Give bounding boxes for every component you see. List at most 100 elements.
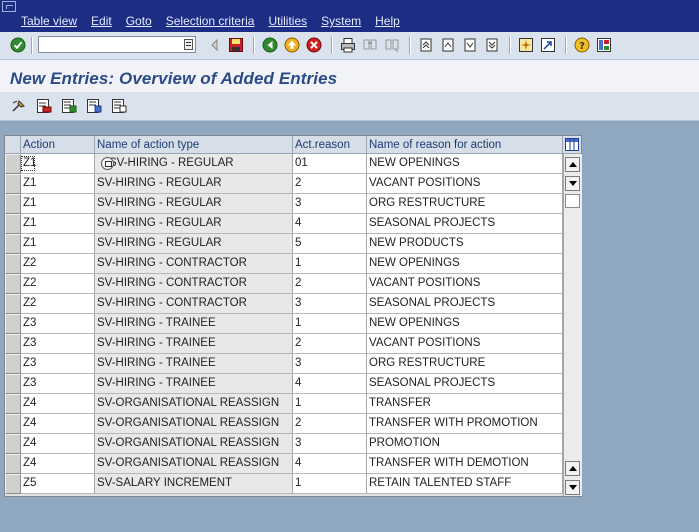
row-selector[interactable] bbox=[5, 254, 21, 274]
column-header-action-reason[interactable]: Act.reason bbox=[293, 136, 367, 154]
cell-action[interactable]: Z1 bbox=[21, 234, 95, 254]
scroll-thumb[interactable] bbox=[565, 194, 580, 208]
create-session-icon[interactable] bbox=[518, 37, 534, 53]
row-selector[interactable] bbox=[5, 374, 21, 394]
cell-reason-name[interactable]: NEW OPENINGS bbox=[367, 154, 563, 174]
vertical-scrollbar[interactable] bbox=[563, 154, 582, 496]
layout-menu-icon[interactable] bbox=[596, 37, 612, 53]
cell-reason-name[interactable]: RETAIN TALENTED STAFF bbox=[367, 474, 563, 494]
cell-action[interactable]: Z2 bbox=[21, 254, 95, 274]
help-icon[interactable]: ? bbox=[574, 37, 590, 53]
cell-action-reason[interactable]: 4 bbox=[293, 214, 367, 234]
cell-reason-name[interactable]: TRANSFER WITH DEMOTION bbox=[367, 454, 563, 474]
shortcut-icon[interactable] bbox=[540, 37, 556, 53]
cell-action-reason[interactable]: 4 bbox=[293, 374, 367, 394]
cell-action-reason[interactable]: 2 bbox=[293, 414, 367, 434]
cell-reason-name[interactable]: NEW PRODUCTS bbox=[367, 234, 563, 254]
scroll-down-icon[interactable] bbox=[565, 176, 580, 191]
row-selector[interactable] bbox=[5, 414, 21, 434]
menu-system[interactable]: System bbox=[314, 13, 368, 31]
cell-action-reason[interactable]: 4 bbox=[293, 454, 367, 474]
cell-reason-name[interactable]: VACANT POSITIONS bbox=[367, 174, 563, 194]
row-selector[interactable] bbox=[5, 434, 21, 454]
row-selector[interactable] bbox=[5, 354, 21, 374]
cell-reason-name[interactable]: PROMOTION bbox=[367, 434, 563, 454]
cell-action[interactable]: Z3 bbox=[21, 334, 95, 354]
cell-action[interactable]: Z1 bbox=[21, 174, 95, 194]
cell-action[interactable]: Z1 bbox=[21, 194, 95, 214]
row-selector[interactable] bbox=[5, 474, 21, 494]
delete-entry-icon[interactable] bbox=[36, 98, 52, 114]
cell-action-reason[interactable]: 2 bbox=[293, 334, 367, 354]
cell-reason-name[interactable]: ORG RESTRUCTURE bbox=[367, 194, 563, 214]
select-block-icon[interactable] bbox=[86, 98, 102, 114]
cell-reason-name[interactable]: VACANT POSITIONS bbox=[367, 334, 563, 354]
save-icon[interactable] bbox=[228, 37, 244, 53]
cell-action[interactable]: Z3 bbox=[21, 354, 95, 374]
cell-reason-name[interactable]: VACANT POSITIONS bbox=[367, 274, 563, 294]
cell-reason-name[interactable]: TRANSFER WITH PROMOTION bbox=[367, 414, 563, 434]
cell-action[interactable]: Z4 bbox=[21, 394, 95, 414]
cell-action[interactable]: Z3 bbox=[21, 374, 95, 394]
row-selector[interactable] bbox=[5, 394, 21, 414]
menu-selection-criteria[interactable]: Selection criteria bbox=[159, 13, 262, 31]
row-selector[interactable] bbox=[5, 454, 21, 474]
display-change-icon[interactable] bbox=[11, 98, 27, 114]
exit-icon[interactable] bbox=[284, 37, 300, 53]
cell-action-reason[interactable]: 1 bbox=[293, 314, 367, 334]
cell-reason-name[interactable]: SEASONAL PROJECTS bbox=[367, 214, 563, 234]
row-selector[interactable] bbox=[5, 314, 21, 334]
command-history-icon[interactable] bbox=[184, 39, 193, 50]
deselect-all-icon[interactable] bbox=[111, 98, 127, 114]
row-selector[interactable] bbox=[5, 214, 21, 234]
cell-action-reason[interactable]: 01 bbox=[293, 154, 367, 174]
cell-action[interactable]: Z3 bbox=[21, 314, 95, 334]
table-settings-icon[interactable] bbox=[563, 136, 581, 154]
cell-action[interactable]: Z2 bbox=[21, 274, 95, 294]
cell-reason-name[interactable]: ORG RESTRUCTURE bbox=[367, 354, 563, 374]
cell-reason-name[interactable]: SEASONAL PROJECTS bbox=[367, 374, 563, 394]
menu-help[interactable]: Help bbox=[368, 13, 407, 31]
print-icon[interactable] bbox=[340, 37, 356, 53]
back-icon[interactable] bbox=[262, 37, 278, 53]
cell-action-reason[interactable]: 1 bbox=[293, 474, 367, 494]
menu-utilities[interactable]: Utilities bbox=[261, 13, 314, 31]
cell-reason-name[interactable]: NEW OPENINGS bbox=[367, 254, 563, 274]
cancel-icon[interactable] bbox=[306, 37, 322, 53]
cell-action-reason[interactable]: 3 bbox=[293, 194, 367, 214]
first-page-icon[interactable] bbox=[418, 37, 434, 53]
next-page-icon[interactable] bbox=[462, 37, 478, 53]
scroll-up-icon[interactable] bbox=[565, 157, 580, 172]
cell-action-reason[interactable]: 3 bbox=[293, 434, 367, 454]
enter-check-icon[interactable] bbox=[10, 37, 26, 53]
cell-action-reason[interactable]: 1 bbox=[293, 394, 367, 414]
cell-reason-name[interactable]: SEASONAL PROJECTS bbox=[367, 294, 563, 314]
row-selector[interactable] bbox=[5, 234, 21, 254]
select-all-header[interactable] bbox=[5, 136, 21, 154]
cell-action[interactable]: Z5 bbox=[21, 474, 95, 494]
menu-table-view[interactable]: Table view bbox=[14, 13, 84, 31]
menu-edit[interactable]: Edit bbox=[84, 13, 119, 31]
row-selector[interactable] bbox=[5, 174, 21, 194]
previous-page-icon[interactable] bbox=[440, 37, 456, 53]
row-selector[interactable] bbox=[5, 194, 21, 214]
cell-action[interactable]: Z4 bbox=[21, 434, 95, 454]
row-selector[interactable] bbox=[5, 274, 21, 294]
column-header-reason-name[interactable]: Name of reason for action bbox=[367, 136, 563, 154]
scroll-page-up-icon[interactable] bbox=[565, 461, 580, 476]
cell-action-reason[interactable]: 1 bbox=[293, 254, 367, 274]
command-field[interactable] bbox=[38, 36, 196, 55]
cell-action-reason[interactable]: 3 bbox=[293, 354, 367, 374]
cell-action[interactable]: Z4 bbox=[21, 414, 95, 434]
cell-action-reason[interactable]: 2 bbox=[293, 174, 367, 194]
row-selector[interactable] bbox=[5, 154, 21, 174]
row-selector[interactable] bbox=[5, 334, 21, 354]
column-header-action[interactable]: Action bbox=[21, 136, 95, 154]
cell-action[interactable]: Z1 bbox=[21, 214, 95, 234]
cell-action-reason[interactable]: 5 bbox=[293, 234, 367, 254]
cell-action-reason[interactable]: 2 bbox=[293, 274, 367, 294]
last-page-icon[interactable] bbox=[484, 37, 500, 53]
column-header-action-type-name[interactable]: Name of action type bbox=[95, 136, 293, 154]
scroll-page-down-icon[interactable] bbox=[565, 480, 580, 495]
menu-goto[interactable]: Goto bbox=[119, 13, 159, 31]
